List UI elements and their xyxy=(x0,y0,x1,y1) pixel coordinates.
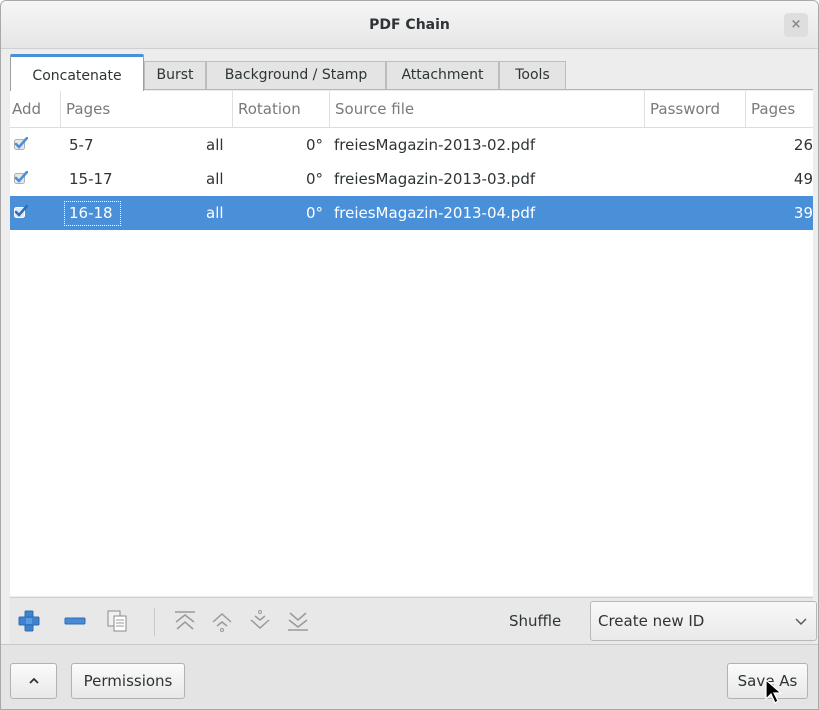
window-title: PDF Chain xyxy=(369,17,450,33)
tab-tools[interactable]: Tools xyxy=(499,61,566,89)
chevron-up-icon xyxy=(28,677,39,684)
move-up-icon[interactable] xyxy=(209,608,235,634)
file-table[interactable]: Add Pages Rotation Source file Password … xyxy=(10,91,813,596)
title-bar[interactable]: PDF Chain × xyxy=(1,1,818,49)
cell-pages[interactable]: 5-7 xyxy=(69,128,94,162)
table-header: Add Pages Rotation Source file Password … xyxy=(10,91,813,128)
shuffle-select[interactable]: Create new ID xyxy=(590,601,817,641)
column-page-count[interactable]: Pages xyxy=(745,91,813,127)
cell-source-file: freiesMagazin-2013-03.pdf xyxy=(334,170,536,188)
toolbar-separator xyxy=(154,608,155,636)
add-icon[interactable] xyxy=(16,608,42,634)
checkbox-checked-icon[interactable] xyxy=(14,137,28,151)
cell-page-count: 49 xyxy=(793,170,813,188)
cell-even-odd[interactable]: all xyxy=(206,162,224,196)
column-source-file[interactable]: Source file xyxy=(329,91,644,127)
cell-rotation[interactable]: 0° xyxy=(306,162,323,196)
bottom-bar: Permissions Save As xyxy=(1,644,818,709)
column-add[interactable]: Add xyxy=(10,91,60,127)
table-row[interactable]: 5-7 all 0° freiesMagazin-2013-02.pdf 26 xyxy=(10,128,813,162)
cell-source-file: freiesMagazin-2013-02.pdf xyxy=(334,136,536,154)
permissions-button[interactable]: Permissions xyxy=(71,663,185,699)
cell-rotation[interactable]: 0° xyxy=(306,196,323,230)
tab-concatenate[interactable]: Concatenate xyxy=(10,54,144,91)
remove-icon[interactable] xyxy=(62,608,88,634)
chevron-down-icon xyxy=(795,618,807,625)
app-window: PDF Chain × Concatenate Burst Background… xyxy=(0,0,819,710)
cell-page-count: 26 xyxy=(793,136,813,154)
mouse-cursor-icon xyxy=(765,679,783,704)
move-bottom-icon[interactable] xyxy=(285,608,311,634)
column-rotation[interactable]: Rotation xyxy=(232,91,329,127)
move-down-icon[interactable] xyxy=(247,608,273,634)
column-pages[interactable]: Pages xyxy=(60,91,232,127)
tab-burst[interactable]: Burst xyxy=(144,61,206,89)
table-row-selected[interactable]: 16-18 all 0° freiesMagazin-2013-04.pdf 3… xyxy=(10,196,813,230)
cell-rotation[interactable]: 0° xyxy=(306,128,323,162)
tab-bar: Concatenate Burst Background / Stamp Att… xyxy=(1,53,818,91)
checkbox-checked-icon[interactable] xyxy=(14,205,28,219)
tab-background-stamp[interactable]: Background / Stamp xyxy=(206,61,386,89)
shuffle-label: Shuffle xyxy=(509,612,562,630)
cell-pages[interactable]: 16-18 xyxy=(69,196,113,230)
tab-attachment[interactable]: Attachment xyxy=(386,61,499,89)
column-password[interactable]: Password xyxy=(644,91,745,127)
checkbox-checked-icon[interactable] xyxy=(14,171,28,185)
shuffle-select-value: Create new ID xyxy=(598,612,705,630)
cell-page-count: 39 xyxy=(793,204,813,222)
expand-button[interactable] xyxy=(10,663,57,699)
cell-even-odd[interactable]: all xyxy=(206,196,224,230)
cell-pages[interactable]: 15-17 xyxy=(69,162,113,196)
file-toolbar: Shuffle Create new ID xyxy=(10,597,817,644)
cell-source-file: freiesMagazin-2013-04.pdf xyxy=(334,204,536,222)
cell-even-odd[interactable]: all xyxy=(206,128,224,162)
close-button[interactable]: × xyxy=(784,13,808,37)
table-row[interactable]: 15-17 all 0° freiesMagazin-2013-03.pdf 4… xyxy=(10,162,813,196)
copy-icon[interactable] xyxy=(104,608,130,634)
move-top-icon[interactable] xyxy=(172,608,198,634)
